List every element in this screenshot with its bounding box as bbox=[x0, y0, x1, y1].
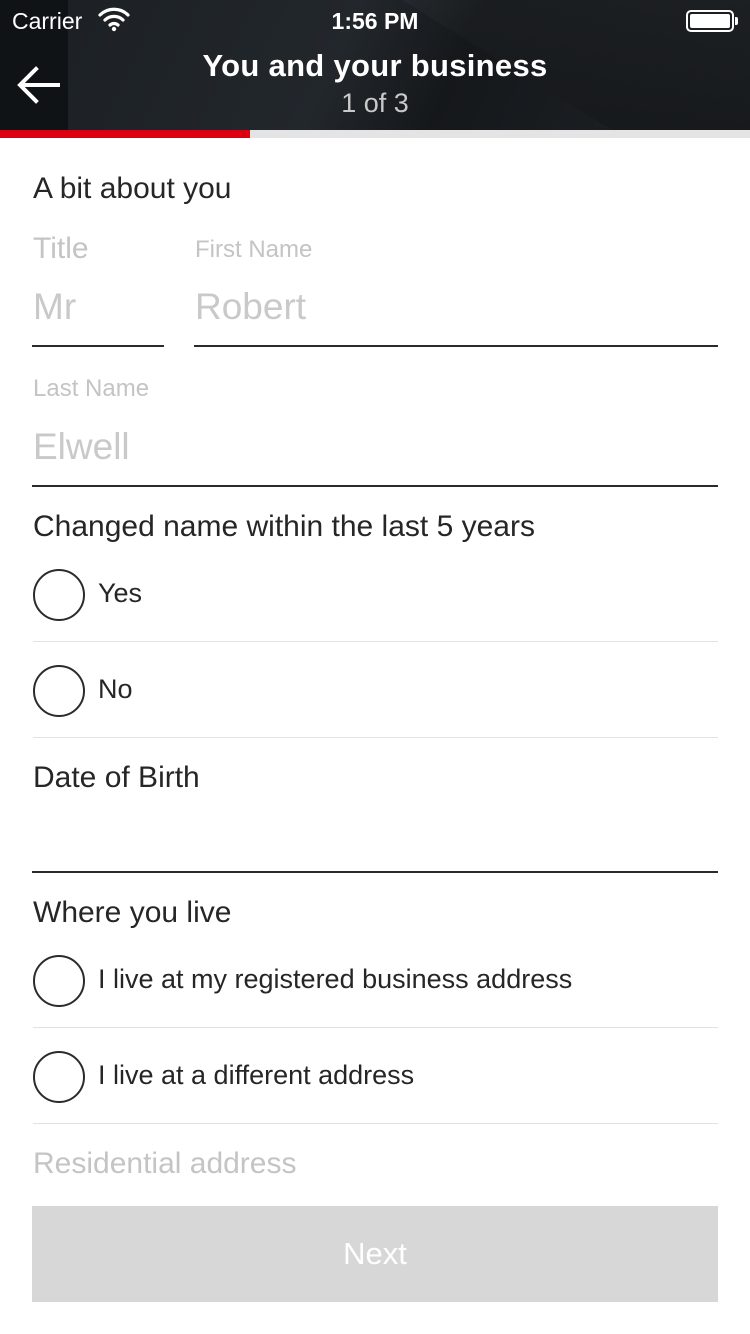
title-field-underline bbox=[32, 345, 164, 347]
title-field-label: Title bbox=[33, 232, 89, 265]
back-arrow-icon[interactable] bbox=[14, 60, 64, 110]
divider bbox=[33, 1027, 718, 1028]
radio-changed-name-yes[interactable]: Yes bbox=[33, 569, 718, 664]
radio-label-yes: Yes bbox=[98, 578, 143, 608]
radio-registered-address[interactable]: I live at my registered business address bbox=[33, 955, 718, 1050]
divider bbox=[33, 737, 718, 738]
divider bbox=[33, 641, 718, 642]
radio-button[interactable] bbox=[33, 955, 85, 1007]
dob-underline bbox=[32, 871, 718, 873]
status-time: 1:56 PM bbox=[331, 8, 419, 34]
progress-bar-fill bbox=[0, 130, 250, 138]
first-name-label: First Name bbox=[195, 236, 313, 263]
residential-address-label: Residential address bbox=[33, 1147, 297, 1180]
section-heading-about: A bit about you bbox=[33, 172, 232, 205]
progress-bar bbox=[0, 130, 750, 138]
radio-label-different-address: I live at a different address bbox=[98, 1060, 415, 1090]
first-name-underline bbox=[194, 345, 718, 347]
battery-icon bbox=[686, 10, 738, 32]
radio-button[interactable] bbox=[33, 1051, 85, 1103]
last-name-label: Last Name bbox=[33, 375, 150, 402]
step-indicator: 1 of 3 bbox=[341, 88, 409, 118]
where-you-live-heading: Where you live bbox=[33, 896, 232, 929]
radio-button[interactable] bbox=[33, 569, 85, 621]
last-name-underline bbox=[32, 485, 718, 487]
radio-label-no: No bbox=[98, 674, 133, 704]
page-title: You and your business bbox=[202, 48, 548, 83]
status-bar: Carrier 1:56 PM bbox=[0, 0, 750, 40]
first-name-input[interactable]: Robert bbox=[195, 286, 306, 328]
title-field-value[interactable]: Mr bbox=[33, 286, 76, 328]
radio-button[interactable] bbox=[33, 665, 85, 717]
radio-different-address[interactable]: I live at a different address bbox=[33, 1051, 718, 1146]
radio-changed-name-no[interactable]: No bbox=[33, 665, 718, 760]
divider bbox=[33, 1123, 718, 1124]
navigation-header: Carrier 1:56 PM You and your business 1 … bbox=[0, 0, 750, 130]
last-name-input[interactable]: Elwell bbox=[33, 426, 130, 468]
dob-label: Date of Birth bbox=[33, 761, 200, 794]
next-button[interactable]: Next bbox=[32, 1206, 718, 1302]
radio-label-registered-address: I live at my registered business address bbox=[98, 964, 573, 994]
changed-name-question: Changed name within the last 5 years bbox=[33, 510, 535, 543]
